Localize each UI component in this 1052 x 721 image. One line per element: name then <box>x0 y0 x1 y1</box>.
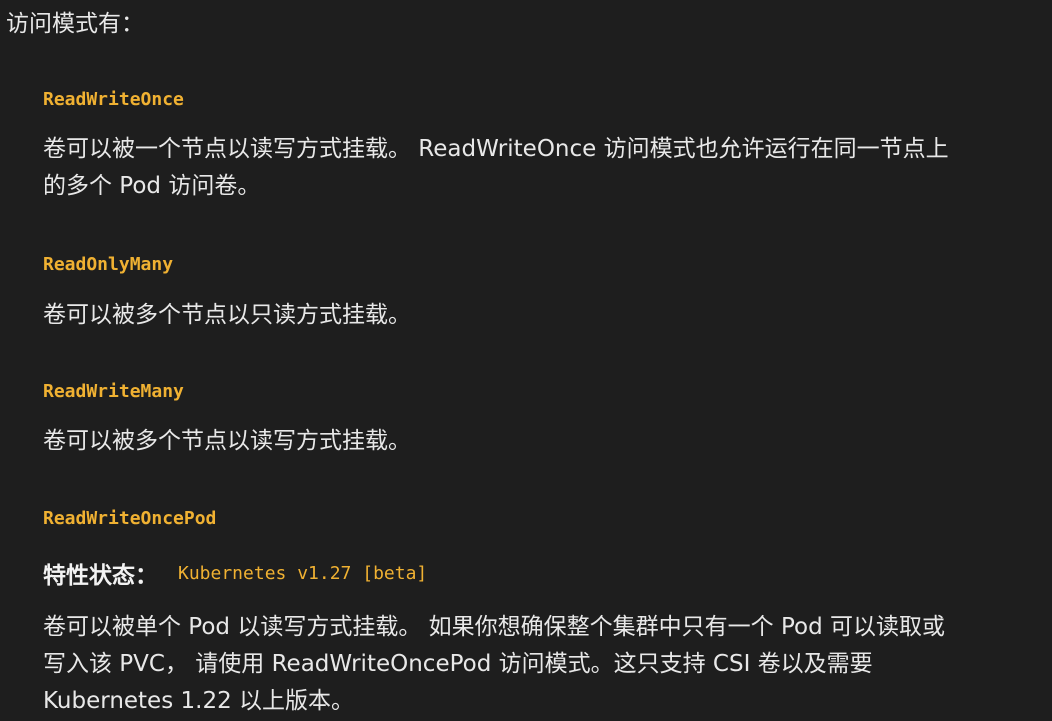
term-readonlymany: ReadOnlyMany <box>43 254 174 275</box>
term-readwriteoncepod: ReadWriteOncePod <box>43 508 217 529</box>
feature-state-value: Kubernetes v1.27 [beta] <box>178 562 428 584</box>
description-readonlymany: 卷可以被多个节点以只读方式挂载。 <box>43 297 1038 334</box>
description-line: 卷可以被单个 Pod 以读写方式挂载。 如果你想确保整个集群中只有一个 Pod … <box>43 614 945 640</box>
feature-state: 特性状态： Kubernetes v1.27 [beta] <box>43 557 428 590</box>
description-readwriteonce: 卷可以被一个节点以读写方式挂载。 ReadWriteOnce 访问模式也允许运行… <box>43 131 1038 205</box>
description-line: 的多个 Pod 访问卷。 <box>43 173 261 199</box>
description-line: 卷可以被多个节点以读写方式挂载。 <box>43 428 411 454</box>
feature-state-label: 特性状态： <box>43 563 158 589</box>
description-readwriteoncepod: 卷可以被单个 Pod 以读写方式挂载。 如果你想确保整个集群中只有一个 Pod … <box>43 609 1038 720</box>
description-line: Kubernetes 1.22 以上版本。 <box>43 688 355 714</box>
description-readwritemany: 卷可以被多个节点以读写方式挂载。 <box>43 423 1038 460</box>
description-line: 卷可以被多个节点以只读方式挂载。 <box>43 302 411 328</box>
description-line: 写入该 PVC， 请使用 ReadWriteOncePod 访问模式。这只支持 … <box>43 651 873 677</box>
description-line: 卷可以被一个节点以读写方式挂载。 ReadWriteOnce 访问模式也允许运行… <box>43 136 949 162</box>
intro-text: 访问模式有： <box>6 11 144 37</box>
document-page: 访问模式有： ReadWriteOnce 卷可以被一个节点以读写方式挂载。 Re… <box>0 0 1052 721</box>
term-readwritemany: ReadWriteMany <box>43 381 184 402</box>
term-readwriteonce: ReadWriteOnce <box>43 89 184 110</box>
